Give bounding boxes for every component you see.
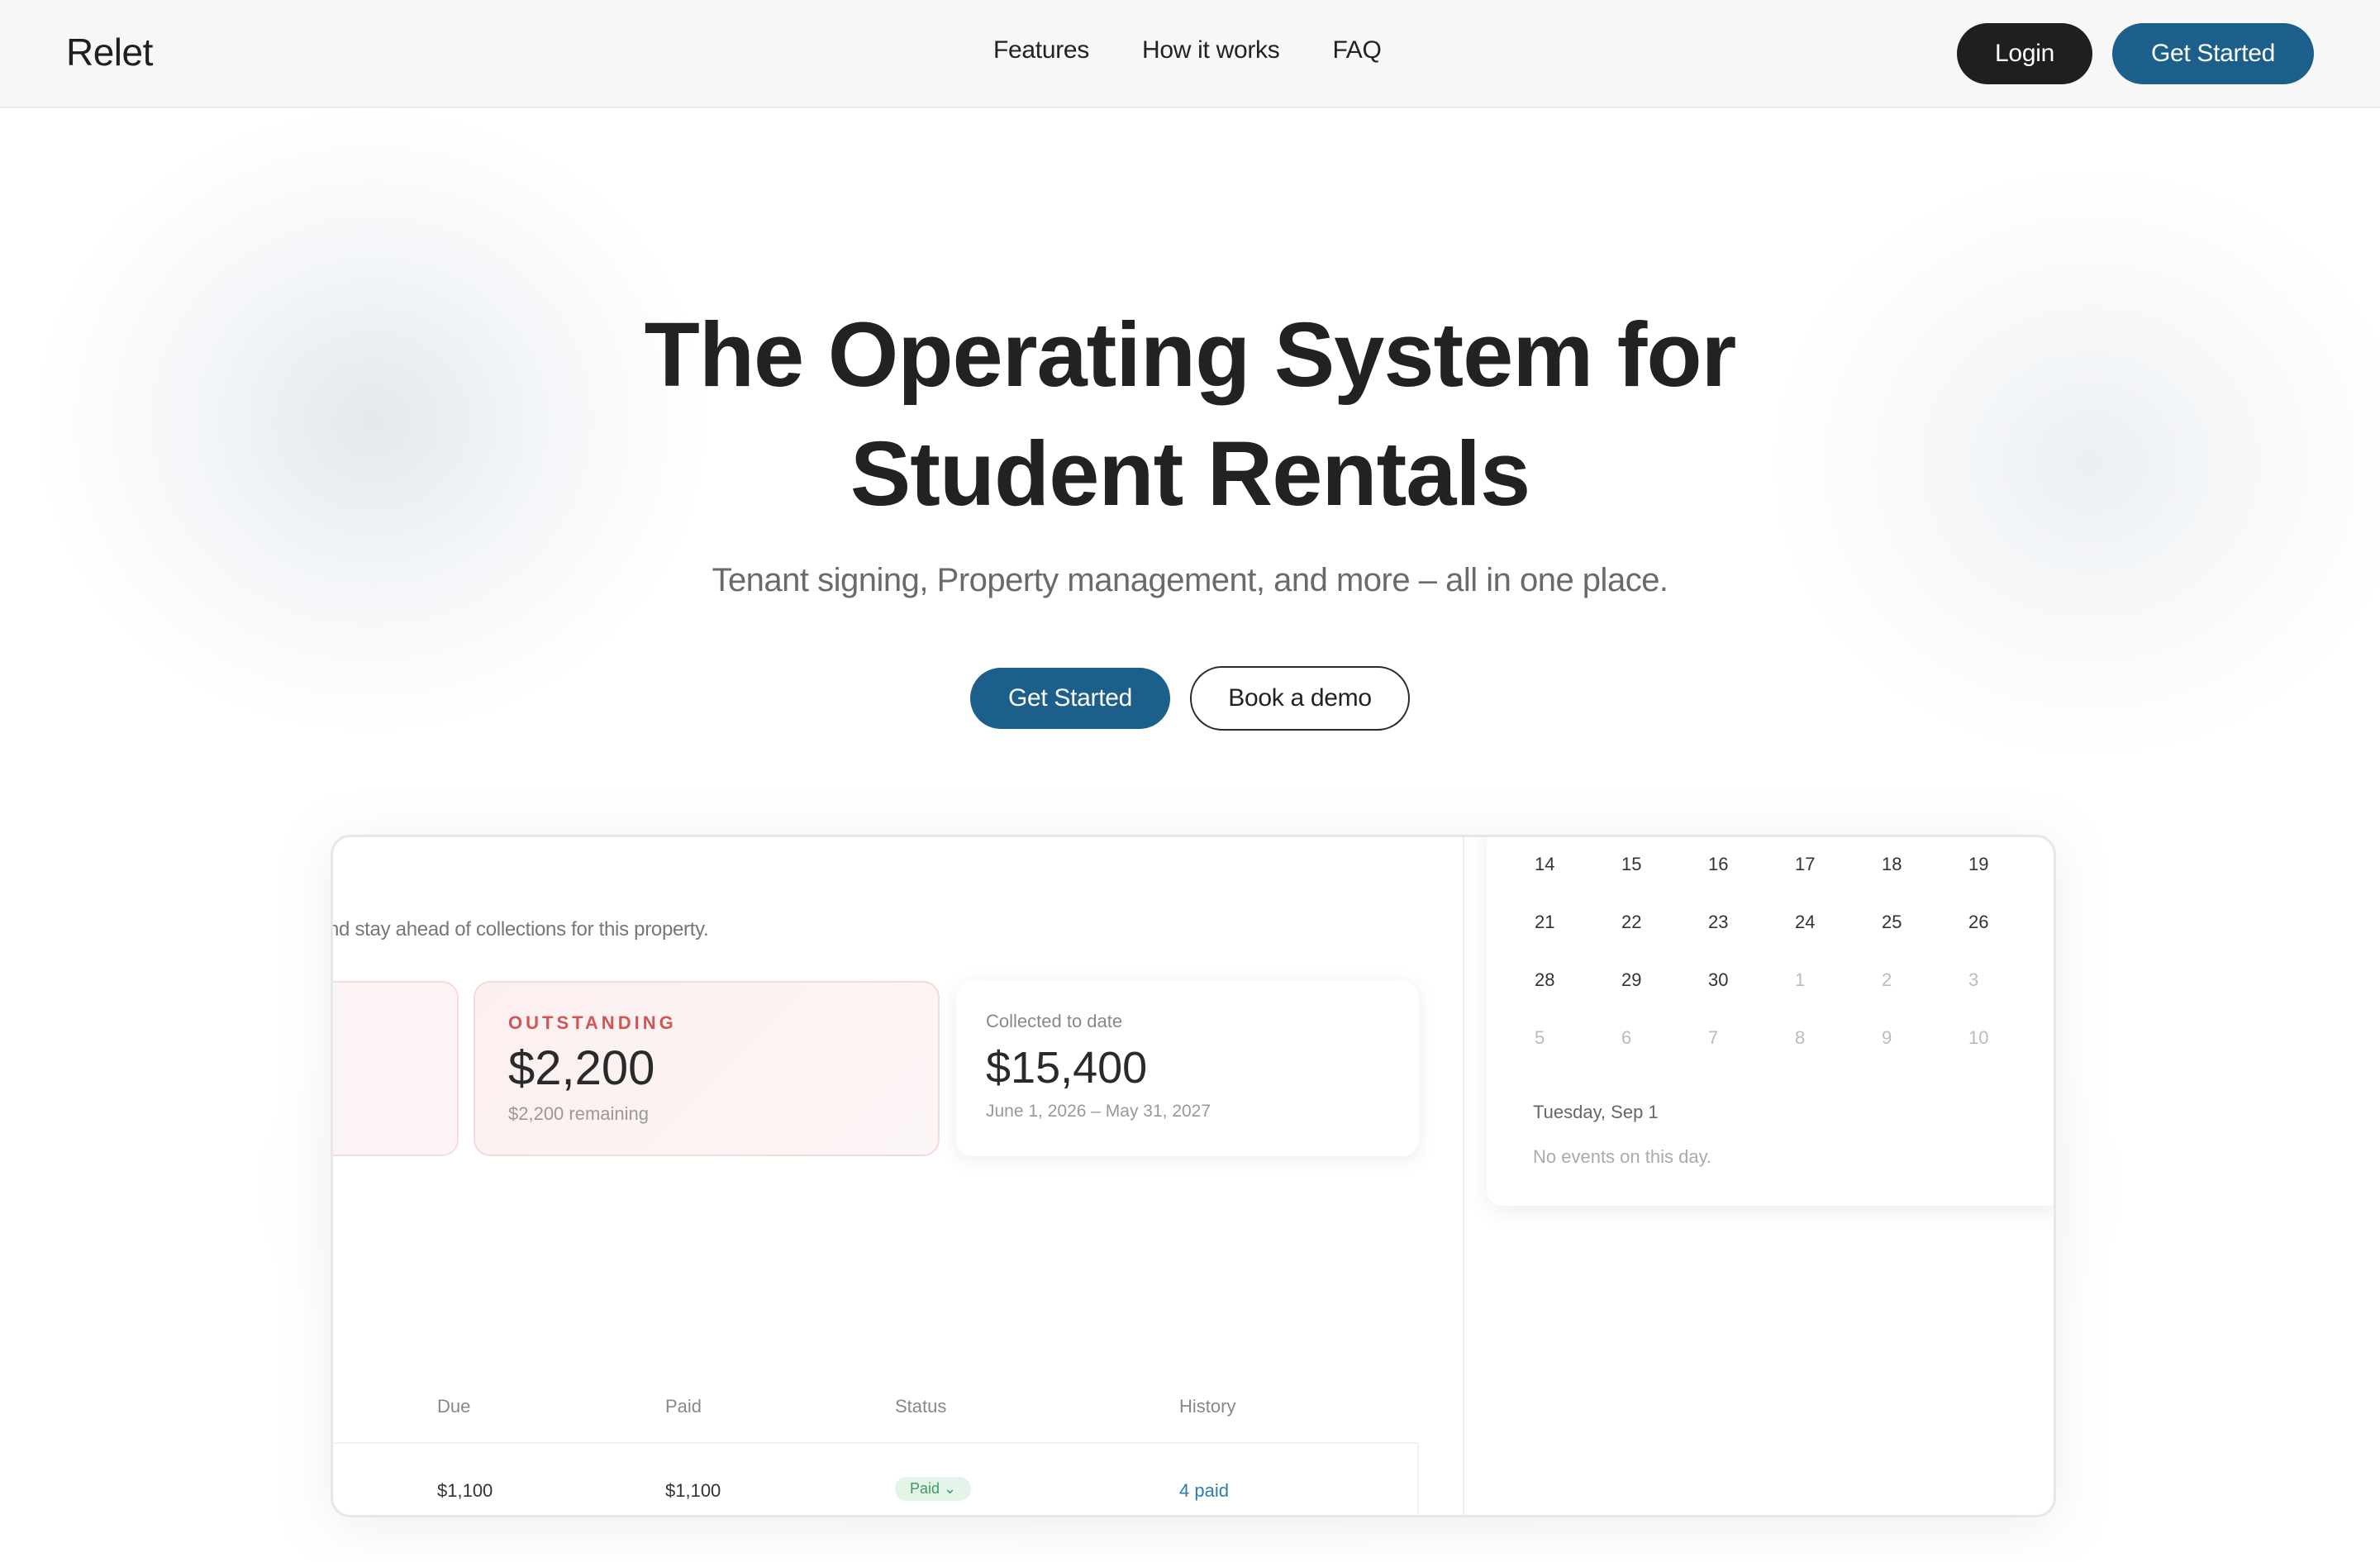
calendar-selected-date: Tuesday, Sep 1 [1533,1102,1659,1122]
payments-table-header: Due Paid Status History [333,1396,1407,1421]
column-header-paid: Paid [665,1396,702,1417]
calendar-day[interactable]: 26 [1968,912,2054,969]
calendar-day-next-month[interactable]: 3 [1968,969,2054,1027]
calendar-week: 28 29 30 1 2 3 [1535,969,2054,1027]
login-button[interactable]: Login [1957,23,2092,84]
calendar-day-next-month[interactable]: 7 [1708,1027,1795,1085]
calendar-day[interactable]: 29 [1621,969,1708,1027]
nav-get-started-button[interactable]: Get Started [2112,23,2314,84]
dashboard-preview: nd stay ahead of collections for this pr… [331,835,2056,1517]
preview-intro-text: nd stay ahead of collections for this pr… [331,918,709,941]
calendar-day[interactable]: 16 [1708,854,1795,912]
calendar-day-next-month[interactable]: 9 [1882,1027,1968,1085]
hero-subtitle: Tenant signing, Property management, and… [712,562,1668,598]
calendar-week: 21 22 23 24 25 26 [1535,912,2054,969]
nav-links: Features How it works FAQ [993,36,1435,64]
nav-link-faq[interactable]: FAQ [1332,36,1381,64]
logo[interactable]: Relet [66,30,153,74]
calendar-day[interactable]: 19 [1968,854,2054,912]
calendar-card: 14 15 16 17 18 19 21 22 23 24 25 26 28 2… [1487,837,2054,1206]
calendar-day[interactable]: 28 [1535,969,1621,1027]
hero-title-line-1: The Operating System for [644,304,1737,406]
calendar-week: 14 15 16 17 18 19 [1535,854,2054,912]
calendar-day[interactable]: 23 [1708,912,1795,969]
calendar-day[interactable]: 24 [1795,912,1882,969]
calendar-week: 5 6 7 8 9 10 [1535,1027,2054,1085]
column-header-status: Status [895,1396,947,1417]
collected-label: Collected to date [986,1011,1123,1031]
hero-title-line-2: Student Rentals [850,423,1530,525]
hero-get-started-button[interactable]: Get Started [970,668,1170,729]
calendar-day[interactable]: 18 [1882,854,1968,912]
calendar-day[interactable]: 15 [1621,854,1708,912]
collected-period: June 1, 2026 – May 31, 2027 [986,1102,1211,1121]
calendar-day[interactable]: 14 [1535,854,1621,912]
calendar-day-next-month[interactable]: 5 [1535,1027,1621,1085]
calendar-day-next-month[interactable]: 2 [1882,969,1968,1027]
summary-card-partial [333,981,459,1156]
calendar-day[interactable]: 22 [1621,912,1708,969]
nav-link-features[interactable]: Features [993,36,1089,64]
row-paid: $1,100 [665,1480,721,1501]
column-header-due: Due [437,1396,471,1417]
calendar-day[interactable]: 25 [1882,912,1968,969]
calendar-empty-state: No events on this day. [1533,1146,1712,1167]
collected-card: Collected to date $15,400 June 1, 2026 –… [956,981,1419,1156]
calendar-day[interactable]: 21 [1535,912,1621,969]
status-badge[interactable]: Paid ⌄ [895,1477,972,1501]
calendar-day-next-month[interactable]: 8 [1795,1027,1882,1085]
book-demo-button[interactable]: Book a demo [1190,666,1410,731]
outstanding-remaining: $2,200 remaining [508,1103,650,1124]
row-due: $1,100 [437,1480,493,1501]
calendar-grid: 14 15 16 17 18 19 21 22 23 24 25 26 28 2… [1535,854,2054,1085]
top-navigation: Relet Features How it works FAQ Login Ge… [0,0,2380,108]
outstanding-card: OUTSTANDING $2,200 $2,200 remaining [474,981,940,1156]
calendar-day[interactable]: 30 [1708,969,1795,1027]
calendar-day-next-month[interactable]: 1 [1795,969,1882,1027]
nav-link-how-it-works[interactable]: How it works [1142,36,1280,64]
hero-title: The Operating System for Student Rentals [0,296,2380,534]
panel-divider [1463,837,1464,1515]
collected-value: $15,400 [986,1043,1148,1093]
outstanding-value: $2,200 [508,1041,655,1095]
column-header-history: History [1179,1396,1236,1417]
outstanding-label: OUTSTANDING [508,1012,677,1033]
table-row[interactable]: $1,100 $1,100 Paid ⌄ 4 paid [333,1442,1419,1515]
history-link[interactable]: 4 paid [1179,1480,1229,1502]
calendar-day[interactable]: 17 [1795,854,1882,912]
calendar-day-next-month[interactable]: 6 [1621,1027,1708,1085]
calendar-day-next-month[interactable]: 10 [1968,1027,2054,1085]
